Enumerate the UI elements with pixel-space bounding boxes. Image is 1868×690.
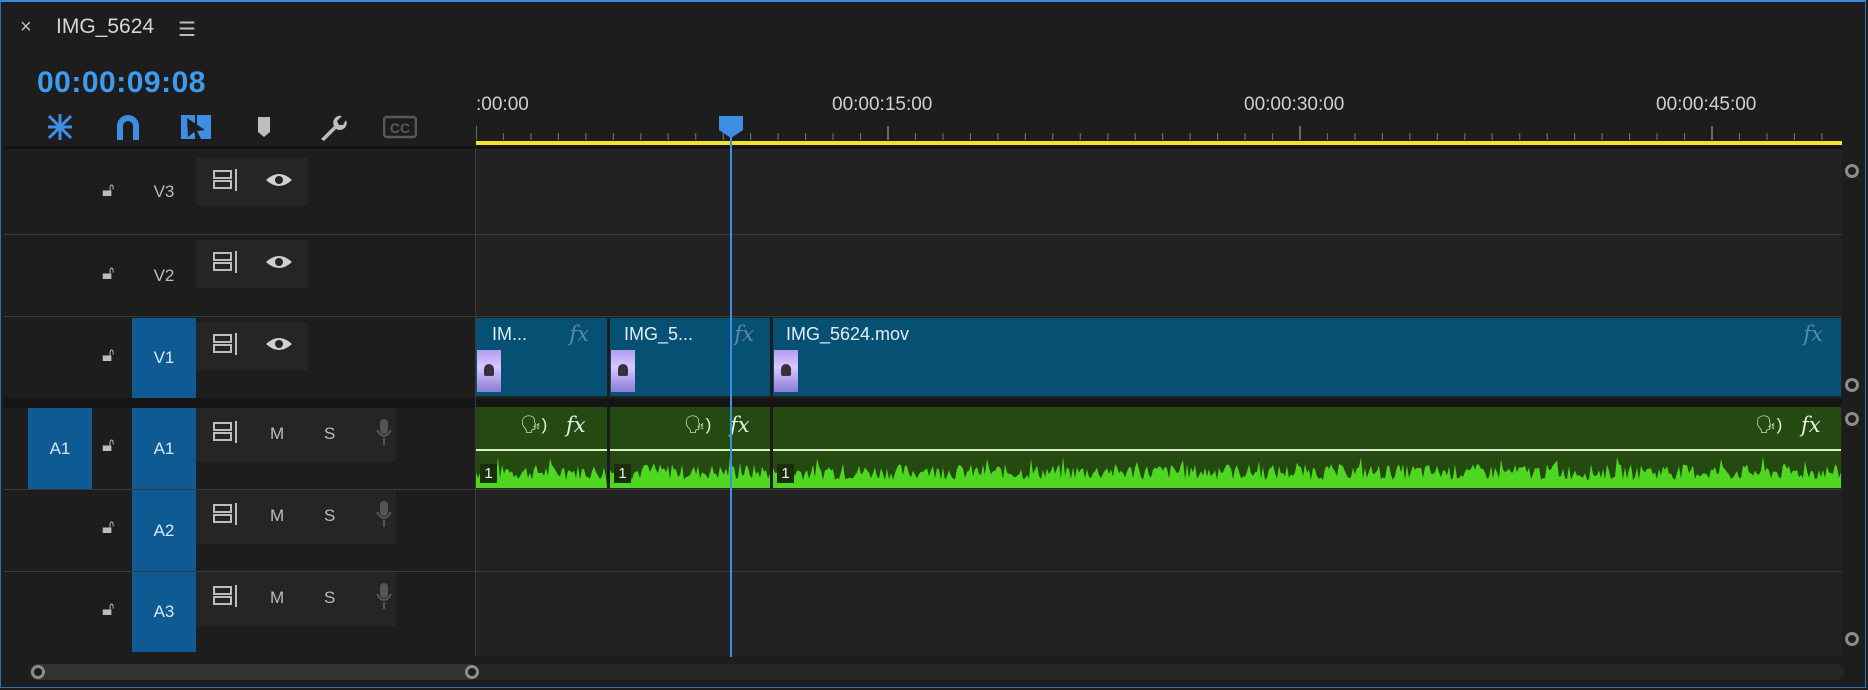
sync-lock-icon[interactable] bbox=[212, 502, 240, 526]
mute-button[interactable]: M bbox=[270, 588, 284, 608]
track-header-v3: 🔓︎ V3 bbox=[4, 150, 476, 234]
volume-keyframe-icon[interactable]: 🗣︎) bbox=[684, 415, 711, 435]
playhead-timecode[interactable]: 00:00:09:08 bbox=[37, 66, 206, 100]
microphone-icon[interactable] bbox=[376, 500, 392, 528]
timeline-hscrollbar[interactable] bbox=[472, 664, 1844, 680]
eye-icon[interactable] bbox=[264, 252, 294, 272]
microphone-icon[interactable] bbox=[376, 582, 392, 610]
mute-button[interactable]: M bbox=[270, 506, 284, 526]
video-clip[interactable]: IMG_5... fx bbox=[610, 318, 770, 396]
channel-label: 1 bbox=[614, 464, 631, 483]
lock-icon[interactable]: 🔓︎ bbox=[102, 180, 114, 202]
volume-keyframe-icon[interactable]: 🗣︎) bbox=[520, 415, 547, 435]
video-vscroll-bottom-handle[interactable] bbox=[1845, 378, 1859, 392]
channel-label: 1 bbox=[480, 464, 497, 483]
header-divider bbox=[4, 146, 1842, 149]
sync-lock-icon[interactable] bbox=[212, 332, 240, 356]
track-controls bbox=[196, 158, 308, 206]
lock-icon[interactable]: 🔓︎ bbox=[102, 517, 114, 539]
snap-magnet-icon[interactable] bbox=[111, 112, 145, 142]
fx-badge-icon[interactable]: fx bbox=[730, 413, 750, 437]
ruler-label: :00:00 bbox=[476, 94, 529, 115]
lock-icon[interactable]: 🔓︎ bbox=[102, 599, 114, 621]
ruler-ticks bbox=[476, 126, 1823, 140]
clip-thumbnail bbox=[477, 350, 501, 392]
volume-keyframe-icon[interactable]: 🗣︎) bbox=[1755, 415, 1782, 435]
ruler-label: 00:00:30:00 bbox=[1244, 94, 1345, 115]
video-vscroll-top-handle[interactable] bbox=[1845, 164, 1859, 178]
audio-clip[interactable]: 🗣︎) fx 1 bbox=[773, 407, 1841, 488]
track-controls: M S bbox=[196, 490, 396, 544]
linked-selection-icon[interactable] bbox=[179, 112, 213, 142]
lock-icon[interactable]: 🔓︎ bbox=[102, 435, 114, 457]
waveform-shape bbox=[773, 456, 1841, 488]
video-clip[interactable]: IMG_5624.mov fx bbox=[773, 318, 1841, 396]
track-controls bbox=[196, 322, 308, 370]
track-target-v3[interactable]: V3 bbox=[132, 150, 196, 234]
insert-nest-icon[interactable] bbox=[43, 112, 77, 142]
track-controls: M S bbox=[196, 572, 396, 626]
settings-wrench-icon[interactable] bbox=[315, 112, 349, 142]
solo-button[interactable]: S bbox=[324, 424, 335, 444]
captions-icon[interactable]: CC bbox=[382, 112, 418, 142]
audio-waveform bbox=[610, 457, 770, 488]
fx-badge-icon[interactable]: fx bbox=[566, 413, 586, 437]
track-target-a1[interactable]: A1 bbox=[132, 408, 196, 489]
audio-waveform bbox=[773, 456, 1841, 488]
ruler-label: 00:00:15:00 bbox=[832, 94, 933, 115]
track-target-a3[interactable]: A3 bbox=[132, 572, 196, 652]
fx-badge-icon[interactable]: fx bbox=[1801, 413, 1821, 437]
sync-lock-icon[interactable] bbox=[212, 420, 240, 444]
video-clip[interactable]: IM... fx bbox=[476, 318, 607, 396]
fx-badge-icon[interactable]: fx bbox=[1803, 322, 1823, 346]
header-hscrollbar[interactable] bbox=[30, 664, 478, 680]
sync-lock-icon[interactable] bbox=[212, 584, 240, 608]
clip-name: IMG_5624.mov bbox=[786, 324, 910, 344]
fx-badge-icon[interactable]: fx bbox=[569, 322, 589, 346]
audio-vscroll-top-handle[interactable] bbox=[1845, 412, 1859, 426]
audio-clip[interactable]: 🗣︎) fx 1 bbox=[610, 407, 770, 488]
track-header-a1: A1 🔓︎ A1 M S bbox=[4, 408, 476, 489]
fx-badge-icon[interactable]: fx bbox=[734, 322, 754, 346]
work-area-bar[interactable] bbox=[476, 141, 1842, 145]
source-patch-a1[interactable]: A1 bbox=[28, 408, 92, 489]
track-header-a3: 🔓︎ A3 M S bbox=[4, 572, 476, 652]
clip-name: IMG_5... bbox=[624, 324, 694, 344]
lock-icon[interactable]: 🔓︎ bbox=[102, 345, 114, 367]
eye-icon[interactable] bbox=[264, 170, 294, 190]
sync-lock-icon[interactable] bbox=[212, 250, 240, 274]
audio-clip[interactable]: 🗣︎) fx 1 bbox=[476, 407, 607, 488]
svg-text:CC: CC bbox=[390, 120, 410, 136]
channel-label: 1 bbox=[777, 464, 794, 483]
sync-lock-icon[interactable] bbox=[212, 168, 240, 192]
hscroll-left-handle[interactable] bbox=[31, 665, 45, 679]
sequence-title: IMG_5624 bbox=[56, 15, 155, 38]
close-panel-icon[interactable]: × bbox=[20, 16, 32, 39]
eye-icon[interactable] bbox=[264, 334, 294, 354]
track-controls bbox=[196, 240, 308, 288]
track-header-v2: 🔓︎ V2 bbox=[4, 235, 476, 316]
track-target-v2[interactable]: V2 bbox=[132, 235, 196, 316]
lock-icon[interactable]: 🔓︎ bbox=[102, 263, 114, 285]
track-target-a2[interactable]: A2 bbox=[132, 490, 196, 571]
playhead-line[interactable] bbox=[730, 130, 732, 657]
clip-thumbnail bbox=[774, 350, 798, 392]
hscroll-right-handle[interactable] bbox=[465, 665, 479, 679]
audio-vscroll-bottom-handle[interactable] bbox=[1845, 632, 1859, 646]
track-controls: M S bbox=[196, 408, 396, 462]
solo-button[interactable]: S bbox=[324, 506, 335, 526]
add-marker-icon[interactable] bbox=[247, 112, 281, 142]
track-target-v1[interactable]: V1 bbox=[132, 318, 196, 398]
mute-button[interactable]: M bbox=[270, 424, 284, 444]
track-header-a2: 🔓︎ A2 M S bbox=[4, 490, 476, 571]
clip-name: IM... bbox=[492, 324, 527, 344]
track-header-v1: 🔓︎ V1 bbox=[4, 317, 476, 398]
waveform-shape bbox=[610, 457, 770, 488]
microphone-icon[interactable] bbox=[376, 418, 392, 446]
panel-menu-icon[interactable]: ☰ bbox=[178, 17, 196, 42]
clip-thumbnail bbox=[611, 350, 635, 392]
solo-button[interactable]: S bbox=[324, 588, 335, 608]
ruler-label: 00:00:45:00 bbox=[1656, 94, 1757, 115]
